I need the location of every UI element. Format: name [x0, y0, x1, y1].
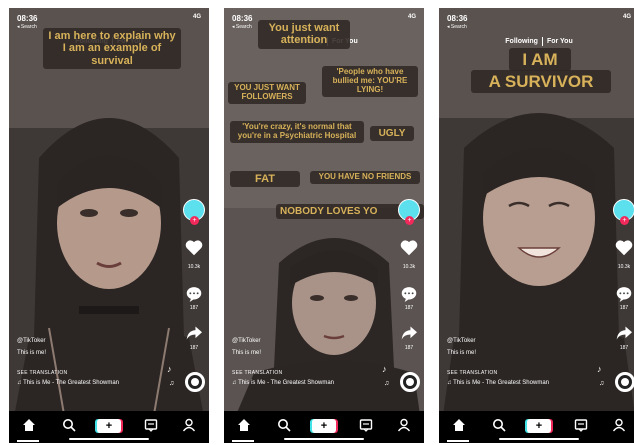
creator-avatar[interactable]: +: [613, 199, 634, 225]
phone-screen-1: 08:36 4G ◂ Search FollowingFor You I am …: [9, 8, 209, 443]
comment-count: 187: [404, 305, 414, 311]
bottom-nav: +: [224, 411, 424, 443]
video-info: @TikToker This is me! SEE TRANSLATION ♫ …: [447, 338, 549, 386]
caption-overlay: 'People who have bullied me: YOU'RE LYIN…: [322, 66, 418, 97]
status-bar: 08:36 4G ◂ Search: [447, 14, 631, 30]
creator-handle[interactable]: @TikToker: [232, 338, 334, 344]
network-indicator: 4G: [192, 14, 201, 20]
music-title[interactable]: This is Me - The Greatest Showman: [453, 380, 549, 386]
back-to-search-link[interactable]: ◂ Search: [232, 24, 252, 30]
share-count: 187: [404, 345, 414, 351]
music-note-icon: ♪: [167, 364, 172, 374]
tab-following[interactable]: Following: [501, 38, 542, 45]
caption-overlay: 'You're crazy, it's normal that you're i…: [230, 121, 364, 143]
profile-icon[interactable]: [181, 418, 197, 434]
share-count: 187: [189, 345, 199, 351]
like-count: 10.3k: [187, 264, 201, 270]
creator-avatar[interactable]: +: [398, 199, 420, 225]
caption-overlay: YOU JUST WANT FOLLOWERS: [228, 82, 306, 104]
music-note-icon: ♪: [597, 364, 602, 374]
video-description: This is me!: [447, 350, 477, 356]
home-active-indicator: [17, 440, 39, 442]
see-translation-link[interactable]: SEE TRANSLATION: [232, 370, 334, 376]
comment-icon[interactable]: [615, 286, 633, 307]
status-time: 08:36: [17, 14, 38, 23]
back-to-search-link[interactable]: ◂ Search: [447, 24, 467, 30]
follow-plus-icon[interactable]: +: [190, 216, 199, 225]
comment-count: 187: [619, 305, 629, 311]
create-video-button[interactable]: +: [527, 419, 551, 433]
status-bar: 08:36 4G ◂ Search: [17, 14, 201, 30]
see-translation-link[interactable]: SEE TRANSLATION: [447, 370, 549, 376]
video-info: @TikToker This is me! SEE TRANSLATION ♫ …: [232, 338, 334, 386]
home-icon[interactable]: [451, 418, 467, 434]
create-video-button[interactable]: +: [97, 419, 121, 433]
bottom-nav: +: [9, 411, 209, 443]
like-count: 10.3k: [617, 264, 631, 270]
back-to-search-link[interactable]: ◂ Search: [17, 24, 37, 30]
inbox-icon[interactable]: [358, 418, 374, 434]
music-note-icon: ♪: [382, 364, 387, 374]
share-icon[interactable]: [185, 325, 203, 346]
video-description: This is me!: [232, 350, 262, 356]
feed-tabs: FollowingFor You: [439, 37, 634, 46]
tab-for-you[interactable]: For You: [543, 38, 577, 45]
share-icon[interactable]: [615, 325, 633, 346]
profile-icon[interactable]: [611, 418, 627, 434]
discover-search-icon[interactable]: [61, 418, 77, 434]
caption-overlay: I AM: [509, 48, 571, 72]
music-title[interactable]: This is Me - The Greatest Showman: [23, 380, 119, 386]
share-icon[interactable]: [400, 325, 418, 346]
music-note-icon: ♫: [599, 380, 605, 387]
creator-handle[interactable]: @TikToker: [447, 338, 549, 344]
home-icon[interactable]: [236, 418, 252, 434]
follow-plus-icon[interactable]: +: [405, 216, 414, 225]
create-video-button[interactable]: +: [312, 419, 336, 433]
caption-overlay: YOU HAVE NO FRIENDS: [310, 171, 420, 184]
creator-avatar[interactable]: +: [183, 199, 205, 225]
home-icon[interactable]: [21, 418, 37, 434]
caption-overlay: A SURVIVOR: [471, 70, 611, 94]
music-disc[interactable]: [185, 372, 205, 392]
creator-handle[interactable]: @TikToker: [17, 338, 119, 344]
profile-icon[interactable]: [396, 418, 412, 434]
music-note-icon: ♫: [169, 380, 175, 387]
video-info: @TikToker This is me! SEE TRANSLATION ♫ …: [17, 338, 119, 386]
status-time: 08:36: [232, 14, 253, 23]
like-icon[interactable]: [185, 240, 203, 261]
like-icon[interactable]: [400, 240, 418, 261]
music-disc[interactable]: [400, 372, 420, 392]
home-indicator-bar: [284, 438, 364, 440]
phone-screen-2: 08:36 4G ◂ Search FollowingFor You You j…: [224, 8, 424, 443]
like-icon[interactable]: [615, 240, 633, 261]
network-indicator: 4G: [622, 14, 631, 20]
music-disc[interactable]: [615, 372, 634, 392]
music-title[interactable]: This is Me - The Greatest Showman: [238, 380, 334, 386]
status-time: 08:36: [447, 14, 468, 23]
caption-overlay: FAT: [230, 171, 300, 188]
inbox-icon[interactable]: [143, 418, 159, 434]
caption-overlay: I am here to explain why I am an example…: [43, 28, 181, 69]
music-note-icon: ♫: [384, 380, 390, 387]
caption-overlay: UGLY: [370, 126, 414, 142]
home-active-indicator: [232, 440, 254, 442]
comment-count: 187: [189, 305, 199, 311]
home-indicator-bar: [499, 438, 579, 440]
home-indicator-bar: [69, 438, 149, 440]
follow-plus-icon[interactable]: +: [620, 216, 629, 225]
share-count: 187: [619, 345, 629, 351]
bottom-nav: +: [439, 411, 634, 443]
network-indicator: 4G: [407, 14, 416, 20]
see-translation-link[interactable]: SEE TRANSLATION: [17, 370, 119, 376]
discover-search-icon[interactable]: [491, 418, 507, 434]
phone-screen-3: 08:36 4G ◂ Search Following For You I AM …: [439, 8, 634, 443]
comment-icon[interactable]: [185, 286, 203, 307]
like-count: 10.3k: [402, 264, 416, 270]
inbox-icon[interactable]: [573, 418, 589, 434]
video-description: This is me!: [17, 350, 47, 356]
home-active-indicator: [447, 440, 469, 442]
caption-overlay: You just want attention: [258, 20, 350, 49]
discover-search-icon[interactable]: [276, 418, 292, 434]
comment-icon[interactable]: [400, 286, 418, 307]
